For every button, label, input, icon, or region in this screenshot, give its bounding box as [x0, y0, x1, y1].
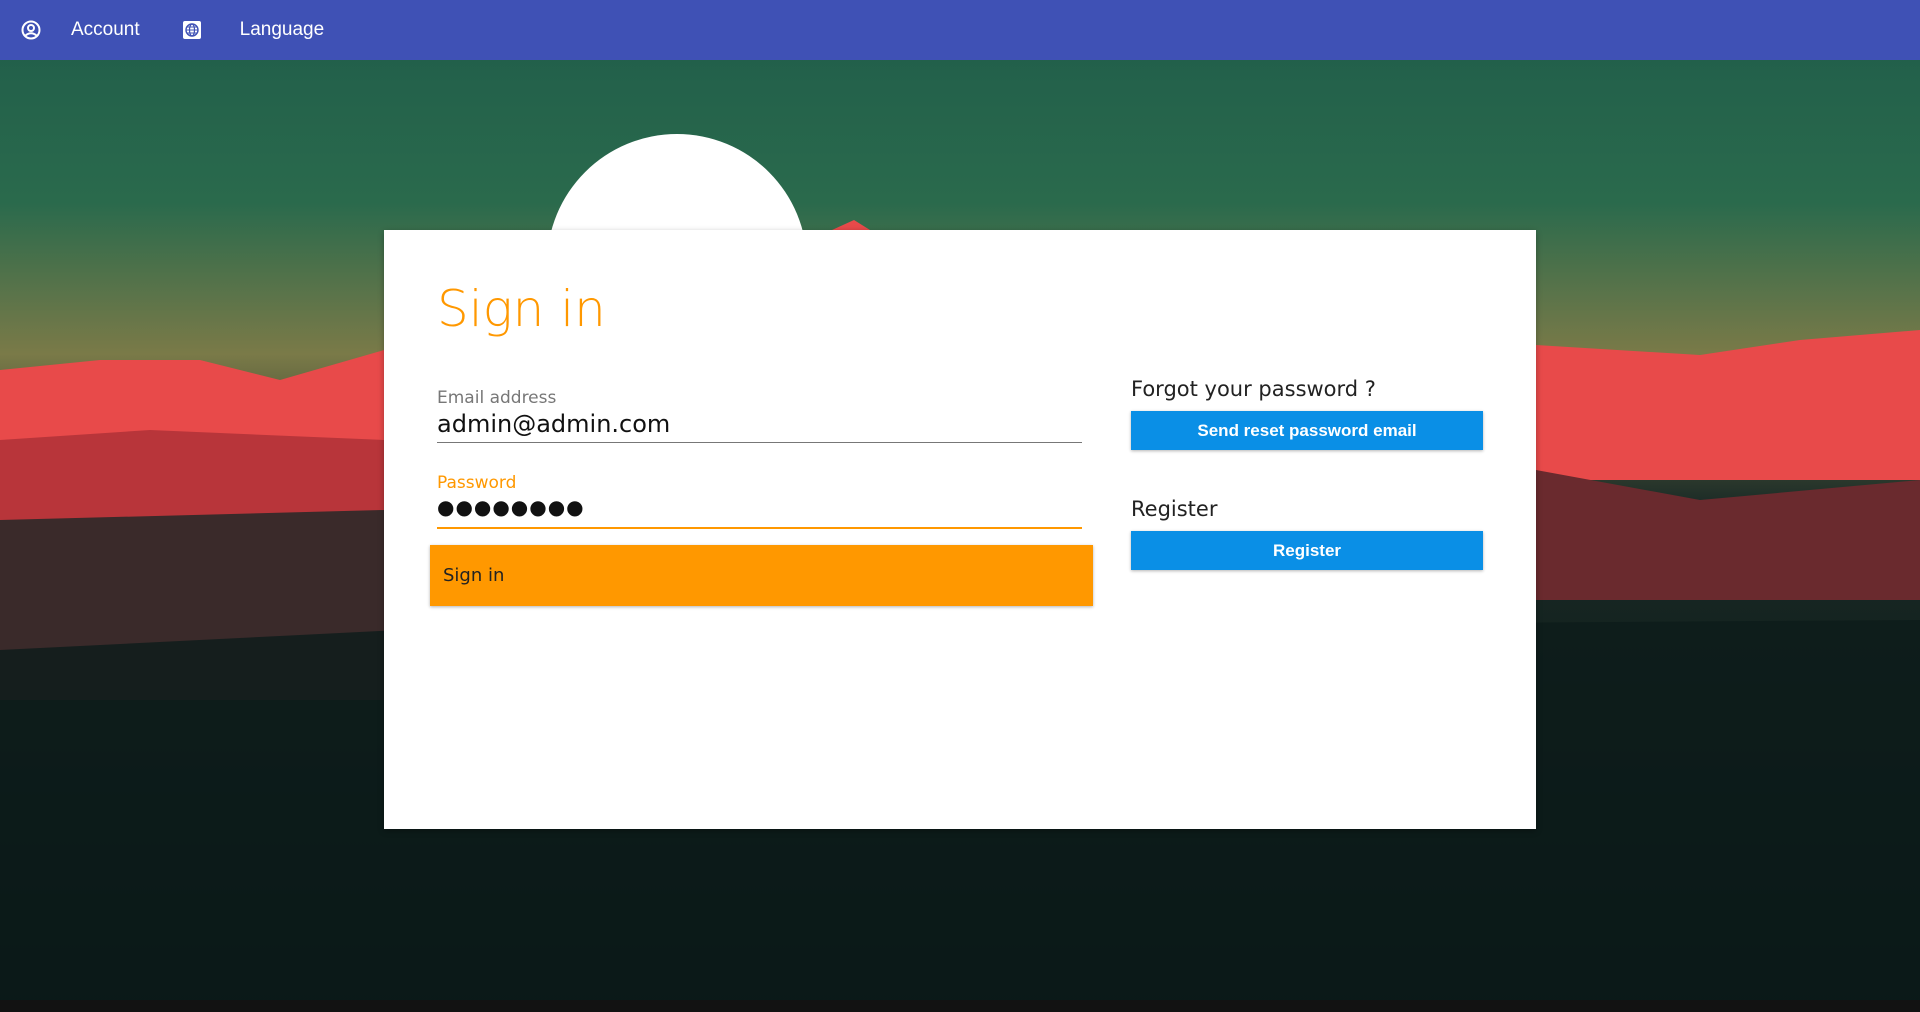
password-input[interactable]: ●●●●●●●●	[437, 495, 1082, 527]
language-menu[interactable]: Language	[182, 19, 325, 41]
account-menu[interactable]: Account	[21, 19, 140, 41]
page-title: Sign in	[437, 280, 606, 338]
password-label: Password	[437, 473, 517, 493]
send-reset-email-button[interactable]: Send reset password email	[1131, 411, 1483, 450]
email-field[interactable]: Email address admin@admin.com	[437, 388, 1082, 443]
signin-card: Sign in Email address admin@admin.com Pa…	[384, 230, 1536, 829]
email-input[interactable]: admin@admin.com	[437, 410, 1082, 442]
register-heading: Register	[1131, 497, 1218, 521]
language-label: Language	[239, 19, 325, 40]
forgot-password-heading: Forgot your password ?	[1131, 377, 1376, 401]
email-label: Email address	[437, 388, 557, 408]
password-underline	[437, 527, 1082, 529]
email-underline	[437, 442, 1082, 443]
register-button[interactable]: Register	[1131, 531, 1483, 570]
account-circle-icon	[21, 20, 41, 40]
globe-icon	[182, 21, 201, 39]
account-label: Account	[71, 19, 140, 40]
sign-in-button[interactable]: Sign in	[430, 545, 1093, 606]
taskbar	[0, 1000, 1920, 1012]
top-navbar: Account Language	[0, 0, 1920, 60]
password-field[interactable]: Password ●●●●●●●●	[437, 473, 1082, 529]
